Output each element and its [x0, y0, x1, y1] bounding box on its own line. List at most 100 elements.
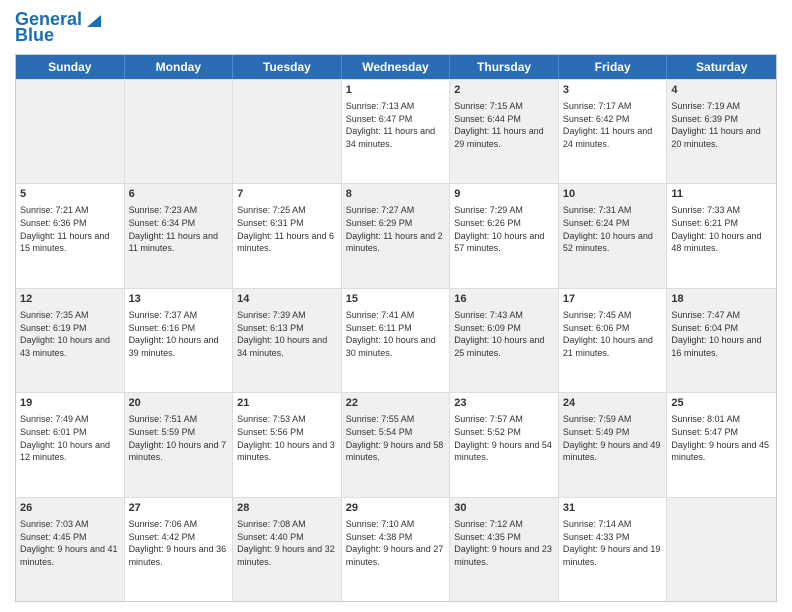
cell-text: Sunrise: 7:23 AM [129, 204, 229, 217]
cell-text: Daylight: 9 hours and 36 minutes. [129, 543, 229, 568]
cell-text: Sunset: 6:16 PM [129, 322, 229, 335]
cell-text: Sunrise: 7:57 AM [454, 413, 554, 426]
cal-cell-4-6: 24Sunrise: 7:59 AMSunset: 5:49 PMDayligh… [559, 393, 668, 496]
cal-cell-2-4: 8 Sunrise: 7:27 AMSunset: 6:29 PMDaylight… [342, 184, 451, 287]
day-number: 16 [454, 292, 554, 307]
header: General Blue [15, 10, 777, 46]
week-row-5: 26Sunrise: 7:03 AMSunset: 4:45 PMDayligh… [16, 497, 776, 601]
week-row-2: 5Sunrise: 7:21 AMSunset: 6:36 PMDaylight… [16, 183, 776, 287]
cell-text: Sunrise: 7:37 AM [129, 309, 229, 322]
cell-text: Sunrise: 7:39 AM [237, 309, 337, 322]
cell-text: Sunrise: 7:55 AM [346, 413, 446, 426]
cell-text: Daylight: 10 hours and 12 minutes. [20, 439, 120, 464]
cell-text: Sunset: 6:34 PM [129, 217, 229, 230]
cal-cell-5-3: 28Sunrise: 7:08 AMSunset: 4:40 PMDayligh… [233, 498, 342, 601]
cal-cell-4-5: 23Sunrise: 7:57 AMSunset: 5:52 PMDayligh… [450, 393, 559, 496]
cell-text: Sunrise: 7:47 AM [671, 309, 772, 322]
day-number: 15 [346, 292, 446, 307]
cal-cell-1-4: 1Sunrise: 7:13 AMSunset: 6:47 PMDaylight… [342, 80, 451, 183]
calendar-header: SundayMondayTuesdayWednesdayThursdayFrid… [16, 55, 776, 79]
cell-text: Daylight: 10 hours and 30 minutes. [346, 334, 446, 359]
day-number: 23 [454, 396, 554, 411]
cal-cell-2-1: 5Sunrise: 7:21 AMSunset: 6:36 PMDaylight… [16, 184, 125, 287]
cal-cell-3-6: 17Sunrise: 7:45 AMSunset: 6:06 PMDayligh… [559, 289, 668, 392]
day-header-sunday: Sunday [16, 55, 125, 79]
cell-text: Daylight: 10 hours and 34 minutes. [237, 334, 337, 359]
day-number: 9 [454, 187, 554, 202]
cal-cell-4-4: 22Sunrise: 7:55 AMSunset: 5:54 PMDayligh… [342, 393, 451, 496]
cell-text: Sunset: 6:29 PM [346, 217, 446, 230]
day-number: 30 [454, 501, 554, 516]
cell-text: Daylight: 10 hours and 48 minutes. [671, 230, 772, 255]
cal-cell-4-1: 19Sunrise: 7:49 AMSunset: 6:01 PMDayligh… [16, 393, 125, 496]
day-number: 13 [129, 292, 229, 307]
cell-text: Sunrise: 7:53 AM [237, 413, 337, 426]
cell-text: Sunset: 4:38 PM [346, 531, 446, 544]
cell-text: Sunset: 6:47 PM [346, 113, 446, 126]
cell-text: Sunset: 6:01 PM [20, 426, 120, 439]
cell-text: Sunset: 4:35 PM [454, 531, 554, 544]
cell-text: Sunset: 6:13 PM [237, 322, 337, 335]
day-number: 12 [20, 292, 120, 307]
cell-text: Daylight: 11 hours and 34 minutes. [346, 125, 446, 150]
cell-text: Daylight: 10 hours and 43 minutes. [20, 334, 120, 359]
cell-text: Daylight: 9 hours and 58 minutes. [346, 439, 446, 464]
day-number: 22 [346, 396, 446, 411]
cal-cell-1-6: 3Sunrise: 7:17 AMSunset: 6:42 PMDaylight… [559, 80, 668, 183]
week-row-1: 1Sunrise: 7:13 AMSunset: 6:47 PMDaylight… [16, 79, 776, 183]
cell-text: Daylight: 9 hours and 27 minutes. [346, 543, 446, 568]
logo-icon [83, 7, 105, 29]
cell-text: Sunrise: 7:06 AM [129, 518, 229, 531]
cell-text: Sunset: 4:42 PM [129, 531, 229, 544]
cell-text: Sunrise: 8:01 AM [671, 413, 772, 426]
cell-text: Sunset: 6:39 PM [671, 113, 772, 126]
day-number: 8 [346, 187, 446, 202]
cell-text: Daylight: 10 hours and 16 minutes. [671, 334, 772, 359]
cell-text: Daylight: 11 hours and 24 minutes. [563, 125, 663, 150]
day-header-tuesday: Tuesday [233, 55, 342, 79]
cell-text: Daylight: 11 hours and 20 minutes. [671, 125, 772, 150]
cell-text: Daylight: 11 hours and 6 minutes. [237, 230, 337, 255]
cell-text: Sunset: 6:06 PM [563, 322, 663, 335]
day-number: 5 [20, 187, 120, 202]
cell-text: Daylight: 11 hours and 2 minutes. [346, 230, 446, 255]
cell-text: Sunset: 6:26 PM [454, 217, 554, 230]
logo: General Blue [15, 10, 105, 46]
calendar-body: 1Sunrise: 7:13 AMSunset: 6:47 PMDaylight… [16, 79, 776, 601]
cell-text: Sunset: 6:21 PM [671, 217, 772, 230]
cell-text: Sunrise: 7:13 AM [346, 100, 446, 113]
cell-text: Sunset: 5:52 PM [454, 426, 554, 439]
day-number: 26 [20, 501, 120, 516]
cal-cell-3-2: 13Sunrise: 7:37 AMSunset: 6:16 PMDayligh… [125, 289, 234, 392]
cal-cell-4-2: 20Sunrise: 7:51 AMSunset: 5:59 PMDayligh… [125, 393, 234, 496]
cell-text: Sunrise: 7:33 AM [671, 204, 772, 217]
cal-cell-3-4: 15Sunrise: 7:41 AMSunset: 6:11 PMDayligh… [342, 289, 451, 392]
cell-text: Daylight: 10 hours and 21 minutes. [563, 334, 663, 359]
cell-text: Sunrise: 7:10 AM [346, 518, 446, 531]
cell-text: Daylight: 11 hours and 11 minutes. [129, 230, 229, 255]
cal-cell-5-5: 30Sunrise: 7:12 AMSunset: 4:35 PMDayligh… [450, 498, 559, 601]
cal-cell-5-2: 27Sunrise: 7:06 AMSunset: 4:42 PMDayligh… [125, 498, 234, 601]
cell-text: Sunrise: 7:12 AM [454, 518, 554, 531]
cell-text: Sunset: 4:33 PM [563, 531, 663, 544]
cal-cell-3-1: 12Sunrise: 7:35 AMSunset: 6:19 PMDayligh… [16, 289, 125, 392]
day-number: 20 [129, 396, 229, 411]
day-number: 21 [237, 396, 337, 411]
cell-text: Sunset: 5:59 PM [129, 426, 229, 439]
week-row-3: 12Sunrise: 7:35 AMSunset: 6:19 PMDayligh… [16, 288, 776, 392]
cell-text: Sunrise: 7:35 AM [20, 309, 120, 322]
cal-cell-1-3 [233, 80, 342, 183]
cell-text: Sunrise: 7:27 AM [346, 204, 446, 217]
cal-cell-4-7: 25Sunrise: 8:01 AMSunset: 5:47 PMDayligh… [667, 393, 776, 496]
day-header-monday: Monday [125, 55, 234, 79]
day-number: 7 [237, 187, 337, 202]
day-number: 19 [20, 396, 120, 411]
cal-cell-2-5: 9Sunrise: 7:29 AMSunset: 6:26 PMDaylight… [450, 184, 559, 287]
cal-cell-3-3: 14Sunrise: 7:39 AMSunset: 6:13 PMDayligh… [233, 289, 342, 392]
cal-cell-2-6: 10Sunrise: 7:31 AMSunset: 6:24 PMDayligh… [559, 184, 668, 287]
cell-text: Sunset: 6:42 PM [563, 113, 663, 126]
cal-cell-2-2: 6Sunrise: 7:23 AMSunset: 6:34 PMDaylight… [125, 184, 234, 287]
cell-text: Sunrise: 7:03 AM [20, 518, 120, 531]
cell-text: Sunrise: 7:14 AM [563, 518, 663, 531]
cell-text: Sunrise: 7:41 AM [346, 309, 446, 322]
